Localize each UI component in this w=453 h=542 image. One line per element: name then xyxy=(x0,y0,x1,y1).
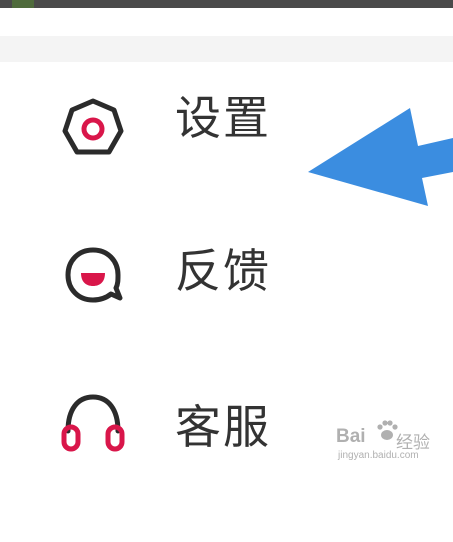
section-divider xyxy=(0,36,453,62)
feedback-icon xyxy=(60,242,126,308)
settings-icon xyxy=(60,96,126,162)
watermark: Bai 经验 jingyan.baidu.com xyxy=(336,416,446,464)
menu-item-label: 客服 xyxy=(175,400,271,454)
cropped-thumbnail xyxy=(12,0,34,8)
paw-icon xyxy=(376,418,398,448)
pointer-arrow xyxy=(300,100,453,210)
customer-service-icon xyxy=(60,387,126,453)
watermark-brand: Bai xyxy=(336,426,366,447)
menu-item-feedback[interactable]: 反馈 xyxy=(0,244,453,382)
cropped-top-bar xyxy=(0,0,453,8)
menu-item-label: 设置 xyxy=(175,91,271,145)
watermark-url: jingyan.baidu.com xyxy=(338,450,419,461)
menu-item-label: 反馈 xyxy=(175,244,271,298)
